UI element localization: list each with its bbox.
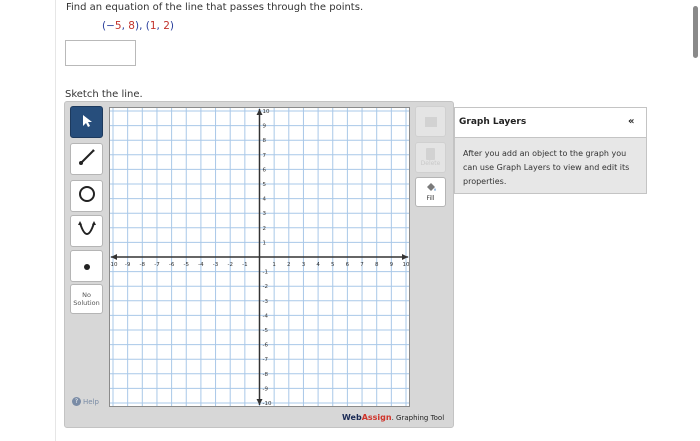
x-tick-label: -6 xyxy=(169,262,175,268)
y-tick-label: 9 xyxy=(263,124,267,130)
point-1-y: 8 xyxy=(128,20,135,32)
y-tick-label: -6 xyxy=(263,343,269,349)
delete-button[interactable]: Delete xyxy=(415,142,446,173)
y-tick-label: -3 xyxy=(263,299,269,305)
x-axis-arrow-left xyxy=(111,254,117,260)
x-tick-label: -3 xyxy=(213,262,219,268)
y-tick-label: -2 xyxy=(263,284,268,290)
points-suffix: ) xyxy=(169,20,175,32)
circle-tool-button[interactable] xyxy=(70,180,103,212)
y-tick-label: 7 xyxy=(263,153,267,159)
x-tick-label: 3 xyxy=(302,262,306,268)
no-solution-label-2: Solution xyxy=(73,299,100,307)
x-tick-label: -10 xyxy=(110,262,118,268)
y-tick-label: -1 xyxy=(263,270,268,276)
no-solution-label-1: No xyxy=(82,291,91,299)
y-tick-label: 5 xyxy=(263,182,267,188)
webassign-brand: WebAssign. Graphing Tool xyxy=(342,413,444,422)
scrollbar-thumb[interactable] xyxy=(693,6,698,58)
question-text: Find an equation of the line that passes… xyxy=(66,2,364,13)
content-left-border xyxy=(55,0,56,441)
parabola-icon xyxy=(76,219,98,243)
brand-name-b: Assign xyxy=(361,413,392,422)
x-tick-label: -2 xyxy=(227,262,232,268)
x-tick-label: 10 xyxy=(403,262,410,268)
x-tick-label: 6 xyxy=(346,262,350,268)
y-tick-label: -9 xyxy=(263,386,269,392)
brand-suffix: . Graphing Tool xyxy=(391,414,445,422)
delete-label: Delete xyxy=(420,160,441,167)
page-scrollbar[interactable] xyxy=(688,0,700,441)
point-tool-button[interactable] xyxy=(70,250,103,282)
y-tick-label: -8 xyxy=(263,372,269,378)
circle-icon xyxy=(77,184,97,208)
select-tool-button[interactable] xyxy=(70,106,103,138)
y-tick-label: 2 xyxy=(263,226,267,232)
y-tick-label: 3 xyxy=(263,211,267,217)
no-solution-button[interactable]: No Solution xyxy=(70,284,103,314)
equation-answer-input[interactable] xyxy=(65,40,136,66)
x-tick-label: -1 xyxy=(242,262,247,268)
x-tick-label: -7 xyxy=(154,262,160,268)
point-2-y: 2 xyxy=(163,20,170,32)
y-tick-label: 6 xyxy=(263,167,267,173)
arrow-pointer-icon xyxy=(81,113,93,132)
brand-name-a: Web xyxy=(342,413,362,422)
y-tick-label: -5 xyxy=(263,328,269,334)
points-separator-2: ), ( xyxy=(134,20,150,32)
line-tool-button[interactable] xyxy=(70,143,103,175)
given-points: (−5, 8), (1, 2) xyxy=(102,20,174,32)
point-2-x: 1 xyxy=(149,20,157,32)
paint-bucket-icon xyxy=(425,182,437,195)
x-tick-label: 4 xyxy=(316,262,320,268)
graph-layers-header[interactable]: Graph Layers « xyxy=(455,108,646,138)
x-tick-label: -5 xyxy=(184,262,190,268)
graph-layers-title: Graph Layers xyxy=(459,117,527,127)
point-1-x: 5 xyxy=(114,20,122,32)
x-tick-label: 2 xyxy=(287,262,291,268)
help-link[interactable]: ? Help xyxy=(72,397,99,406)
point-icon xyxy=(82,257,92,276)
graph-canvas[interactable]: -10 -9 -8 -7 -6 -5 -4 -3 -2 -1 1 2 3 4 5 6 7 8 9 10 10 9 8 7 6 5 4… xyxy=(109,107,410,407)
graph-layers-description: After you add an object to the graph you… xyxy=(463,149,630,186)
x-tick-label: -4 xyxy=(198,262,204,268)
x-tick-label: 5 xyxy=(331,262,335,268)
y-tick-label: -7 xyxy=(263,357,269,363)
x-tick-label: -8 xyxy=(140,262,146,268)
coordinate-grid[interactable]: -10 -9 -8 -7 -6 -5 -4 -3 -2 -1 1 2 3 4 5 6 7 8 9 10 10 9 8 7 6 5 4… xyxy=(109,108,410,407)
x-tick-label: 7 xyxy=(360,262,364,268)
parabola-tool-button[interactable] xyxy=(70,215,103,247)
y-tick-label: 4 xyxy=(263,197,267,203)
sketch-instruction: Sketch the line. xyxy=(65,89,143,100)
trash-icon xyxy=(426,148,435,160)
help-icon: ? xyxy=(72,397,81,406)
y-tick-label: 1 xyxy=(263,240,267,246)
graph-layers-panel: Graph Layers « After you add an object t… xyxy=(454,107,647,194)
x-tick-label: -9 xyxy=(125,262,131,268)
points-prefix: (− xyxy=(102,20,115,32)
x-tick-label: 9 xyxy=(390,262,394,268)
x-tick-label: 8 xyxy=(375,262,379,268)
y-tick-label: -10 xyxy=(263,401,272,406)
y-tick-label: 8 xyxy=(263,138,267,144)
line-segment-icon xyxy=(77,147,97,171)
delete-all-icon xyxy=(424,116,437,127)
x-axis-arrow-right xyxy=(402,254,408,260)
delete-all-button[interactable] xyxy=(415,106,446,137)
x-tick-label: 1 xyxy=(272,262,276,268)
collapse-icon[interactable]: « xyxy=(628,116,634,127)
y-tick-label: -4 xyxy=(263,313,269,319)
y-tick-label: 10 xyxy=(263,109,270,115)
help-label: Help xyxy=(83,397,99,406)
fill-label: Fill xyxy=(426,195,435,202)
fill-button[interactable]: Fill xyxy=(415,177,446,207)
